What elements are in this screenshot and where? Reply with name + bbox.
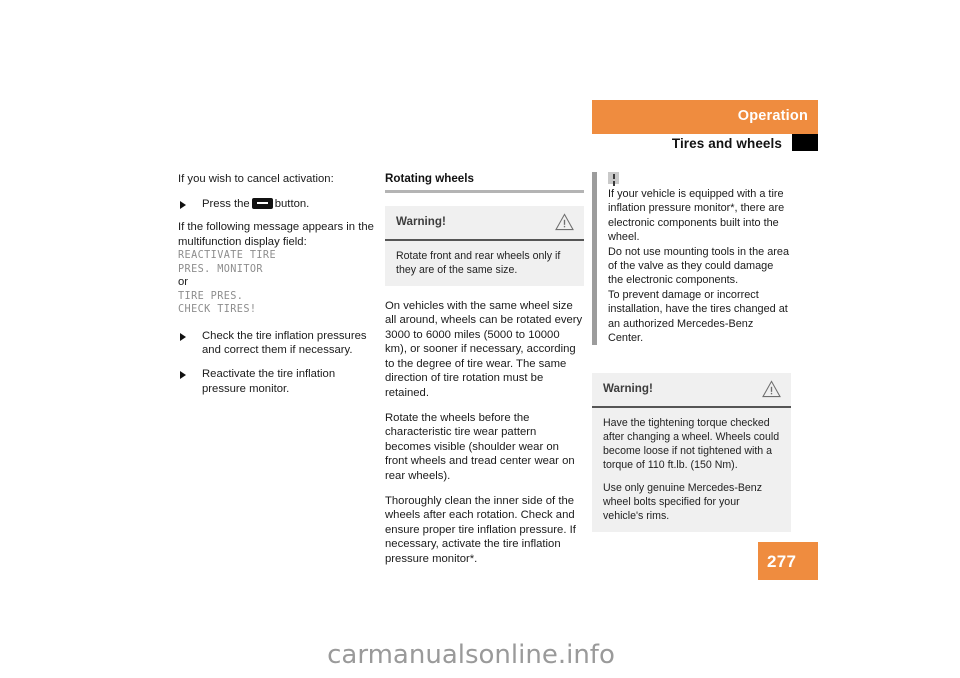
page-number: 277 <box>767 552 797 571</box>
message-intro: If the following message appears in the … <box>178 221 374 248</box>
site-watermark: carmanualsonline.info <box>327 640 615 670</box>
warning-box-header: Warning! <box>592 373 791 409</box>
subheading-rotating-wheels: Rotating wheels <box>385 172 474 185</box>
subheading-rule <box>385 190 584 193</box>
paragraph-rotation-interval: On vehicles with the same wheel size all… <box>385 299 583 400</box>
cancel-activation-intro: If you wish to cancel activation: <box>178 173 334 185</box>
warning-label: Warning! <box>603 382 653 396</box>
note-paragraph-authorized-center: To prevent damage or incorrect installat… <box>608 288 788 345</box>
step-check-pressures-label: Check the tire inflation pressures and c… <box>202 329 367 357</box>
note-paragraph-components: If your vehicle is equipped with a tire … <box>608 188 785 244</box>
or-label: or <box>178 276 189 289</box>
warning-triangle-icon <box>555 212 574 230</box>
warning-text: Rotate front and rear wheels only if the… <box>396 249 561 276</box>
warning-box-body: Have the tightening torque checked after… <box>592 408 791 532</box>
step-reactivate-monitor-label: Reactivate the tire inflation pressure m… <box>202 367 336 395</box>
warning-text-torque: Have the tightening torque checked after… <box>603 417 780 472</box>
warning-triangle-icon <box>762 380 781 398</box>
display-message-block: REACTIVATE TIRE PRES. MONITOR or TIRE PR… <box>178 249 377 316</box>
page-number-badge: 277 <box>758 542 818 580</box>
display-message-2: TIRE PRES. CHECK TIRES! <box>178 290 257 316</box>
chapter-banner: Operation <box>592 100 818 134</box>
exclamation-note-icon <box>608 172 619 184</box>
triangle-bullet-icon <box>180 332 186 341</box>
step-reactivate-monitor: Reactivate the tire inflation pressure m… <box>178 367 377 396</box>
warning-box-torque: Warning! Have the tightening torque chec… <box>592 373 791 533</box>
warning-label: Warning! <box>396 214 446 228</box>
triangle-bullet-icon <box>180 370 186 379</box>
minus-button-icon <box>251 197 273 209</box>
step-press-button: Press the button. <box>178 197 377 212</box>
chapter-title: Operation <box>737 108 808 124</box>
column-right: If your vehicle is equipped with a tire … <box>592 172 791 545</box>
note-box-tire-monitor: If your vehicle is equipped with a tire … <box>592 172 791 346</box>
display-message-1: REACTIVATE TIRE PRES. MONITOR <box>178 250 277 275</box>
step-press-after: button. <box>274 197 310 210</box>
warning-box-header: Warning! <box>385 206 584 241</box>
note-paragraph-mounting-tools: Do not use mounting tools in the area of… <box>608 245 790 287</box>
step-check-pressures: Check the tire inflation pressures and c… <box>178 329 377 358</box>
paragraph-clean-wheels: Thoroughly clean the inner side of the w… <box>385 494 576 565</box>
column-left: If you wish to cancel activation: Press … <box>178 172 377 405</box>
triangle-bullet-icon <box>180 200 186 209</box>
section-title: Tires and wheels <box>671 136 782 151</box>
column-middle: Rotating wheels Warning! Rotate front an… <box>385 172 584 577</box>
paragraph-wear-pattern: Rotate the wheels before the characteris… <box>385 411 575 483</box>
warning-box-body: Rotate front and rear wheels only if the… <box>385 241 584 286</box>
page-header: Operation Tires and wheels <box>0 0 960 160</box>
step-press-before: Press the <box>202 197 250 210</box>
section-header-row: Tires and wheels <box>592 134 818 156</box>
warning-box-rotating-wheels: Warning! Rotate front and rear wheels on… <box>385 205 584 286</box>
note-accent-bar <box>592 172 597 346</box>
warning-text-bolts: Use only genuine Mercedes-Benz wheel bol… <box>603 482 762 523</box>
thumb-tab-marker-icon <box>792 134 818 151</box>
